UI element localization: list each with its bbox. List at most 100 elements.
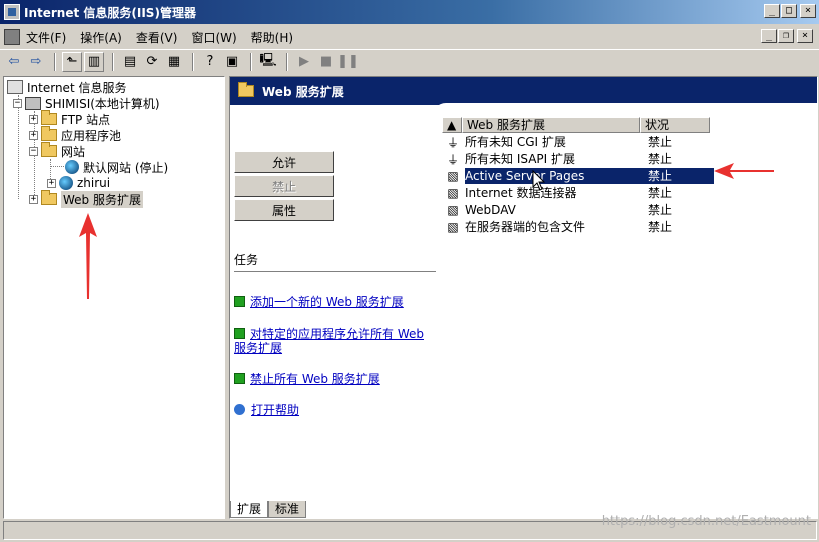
green-arrow-icon (234, 296, 245, 307)
window-title: Internet 信息服务(IIS)管理器 (24, 5, 196, 20)
list-row[interactable]: ▧ Internet 数据连接器 禁止 (442, 185, 714, 201)
tree-label: FTP 站点 (61, 112, 111, 127)
sort-column-header[interactable]: ▲ (442, 117, 462, 133)
folder-icon (238, 82, 254, 97)
row-name: 所有未知 CGI 扩展 (465, 135, 566, 149)
play-icon[interactable]: ▶ (294, 52, 314, 72)
computer-icon[interactable]: 🖳 (258, 52, 278, 72)
toolbar-separator (54, 52, 56, 71)
child-minimize-button[interactable]: _ (761, 29, 777, 43)
mmc-console-icon[interactable] (4, 29, 20, 45)
tree-label: 网站 (61, 144, 86, 159)
console-icon[interactable]: ▣ (222, 52, 242, 72)
tab-standard[interactable]: 标准 (268, 501, 307, 518)
menu-view[interactable]: 查看(V) (136, 29, 178, 46)
filter-icon: ⏚ (446, 152, 459, 167)
folder-icon (41, 142, 57, 157)
red-annotation-arrow-left (714, 163, 774, 179)
list-row-selected[interactable]: ▧ Active Server Pages 禁止 (442, 168, 714, 184)
green-arrow-icon (234, 373, 245, 384)
pause-icon[interactable]: ❚❚ (337, 52, 359, 72)
menu-bar: 文件(F) 操作(A) 查看(V) 窗口(W) 帮助(H) _ ❐ × (0, 26, 819, 48)
watermark: https://blog.csdn.net/Eastmount (601, 514, 811, 529)
tree-computer[interactable]: − SHIMISI(本地计算机) (13, 95, 160, 111)
tree-root[interactable]: Internet 信息服务 (7, 79, 126, 95)
back-icon[interactable]: ⇦ (4, 52, 24, 72)
list-row[interactable]: ▧ WebDAV 禁止 (442, 202, 714, 218)
tree-app-pools[interactable]: + 应用程序池 (29, 126, 121, 143)
allow-button[interactable]: 允许 (234, 151, 334, 173)
toolbar-separator (250, 52, 252, 71)
child-close-button[interactable]: × (797, 29, 813, 43)
open-help-link[interactable]: 打开帮助 (234, 403, 436, 417)
list-row[interactable]: ⏚ 所有未知 ISAPI 扩展 禁止 (442, 151, 714, 167)
menu-help[interactable]: 帮助(H) (251, 29, 293, 46)
up-folder-icon[interactable]: ⬑ (62, 51, 82, 72)
list-row[interactable]: ▧ 在服务器端的包含文件 禁止 (442, 219, 714, 235)
tree-label: Web 服务扩展 (61, 190, 143, 208)
column-header-status[interactable]: 状况 (640, 117, 710, 133)
row-name: 在服务器端的包含文件 (465, 220, 586, 234)
tree-pane: Internet 信息服务 − SHIMISI(本地计算机) + FTP 站点 … (3, 76, 225, 519)
allow-all-for-app-link[interactable]: 对特定的应用程序允许所有 Web 服务扩展 (234, 327, 436, 355)
tasks-divider (234, 271, 436, 272)
help-icon (234, 404, 245, 415)
properties-icon[interactable]: ▤ (120, 52, 140, 72)
menu-file[interactable]: 文件(F) (26, 29, 66, 46)
row-status: 禁止 (648, 135, 673, 149)
forward-icon[interactable]: ⇨ (26, 52, 46, 72)
row-status: 禁止 (644, 168, 714, 184)
row-name: 所有未知 ISAPI 扩展 (465, 152, 575, 166)
tree-web-service-extensions[interactable]: + Web 服务扩展 (29, 190, 143, 208)
row-name: Active Server Pages (465, 168, 644, 184)
green-arrow-icon (234, 328, 245, 339)
filter-icon: ⏚ (446, 135, 459, 150)
minimize-button[interactable]: _ (764, 4, 780, 18)
expand-icon[interactable]: + (29, 130, 38, 140)
prohibit-all-link[interactable]: 禁止所有 Web 服务扩展 (234, 372, 436, 386)
mouse-cursor-icon (532, 170, 546, 191)
expand-icon[interactable]: + (47, 178, 56, 188)
row-status: 禁止 (648, 220, 673, 234)
row-name: Internet 数据连接器 (465, 186, 577, 200)
stop-icon[interactable]: ■ (316, 52, 336, 72)
list-row[interactable]: ⏚ 所有未知 CGI 扩展 禁止 (442, 134, 714, 150)
extension-icon: ▧ (447, 186, 459, 200)
collapse-icon[interactable]: − (13, 98, 22, 108)
website-icon (65, 160, 79, 174)
iis-root-icon (7, 80, 23, 94)
export-icon[interactable]: ▦ (164, 52, 184, 72)
menu-action[interactable]: 操作(A) (80, 29, 122, 46)
menu-window[interactable]: 窗口(W) (191, 29, 236, 46)
show-tree-icon[interactable]: ▥ (84, 51, 104, 72)
expand-icon[interactable]: + (29, 194, 38, 204)
row-status: 禁止 (648, 186, 673, 200)
toolbar-separator (112, 52, 114, 71)
tab-extended[interactable]: 扩展 (230, 501, 269, 518)
properties-button[interactable]: 属性 (234, 199, 334, 221)
tree-default-site[interactable]: 默认网站 (停止) (65, 159, 168, 175)
row-status: 禁止 (648, 203, 673, 217)
tree-websites[interactable]: − 网站 (29, 142, 86, 159)
extension-icon: ▧ (447, 203, 459, 217)
tree-zhirui[interactable]: + zhirui (47, 175, 110, 191)
add-extension-link[interactable]: 添加一个新的 Web 服务扩展 (234, 295, 436, 309)
maximize-button[interactable]: □ (781, 4, 797, 18)
close-button[interactable]: × (800, 4, 816, 18)
help-icon[interactable]: ? (200, 52, 220, 72)
extension-icon: ▧ (447, 220, 459, 234)
row-status: 禁止 (648, 152, 673, 166)
child-restore-button[interactable]: ❐ (778, 29, 794, 43)
folder-icon (41, 110, 57, 125)
tree-ftp-sites[interactable]: + FTP 站点 (29, 110, 111, 127)
toolbar-separator (286, 52, 288, 71)
expand-icon[interactable]: + (29, 114, 38, 124)
toolbar: ⇦ ⇨ ⬑ ▥ ▤ ⟳ ▦ ? ▣ 🖳 ▶ ■ ❚❚ (0, 49, 819, 73)
column-header-name[interactable]: Web 服务扩展 (462, 117, 640, 133)
refresh-icon[interactable]: ⟳ (142, 52, 162, 72)
prohibit-button[interactable]: 禁止 (234, 175, 334, 197)
collapse-icon[interactable]: − (29, 146, 38, 156)
tree-label: 默认网站 (停止) (83, 160, 169, 175)
header-decoration (432, 103, 817, 117)
title-bar: Internet 信息服务(IIS)管理器 _ □ × (0, 0, 819, 24)
